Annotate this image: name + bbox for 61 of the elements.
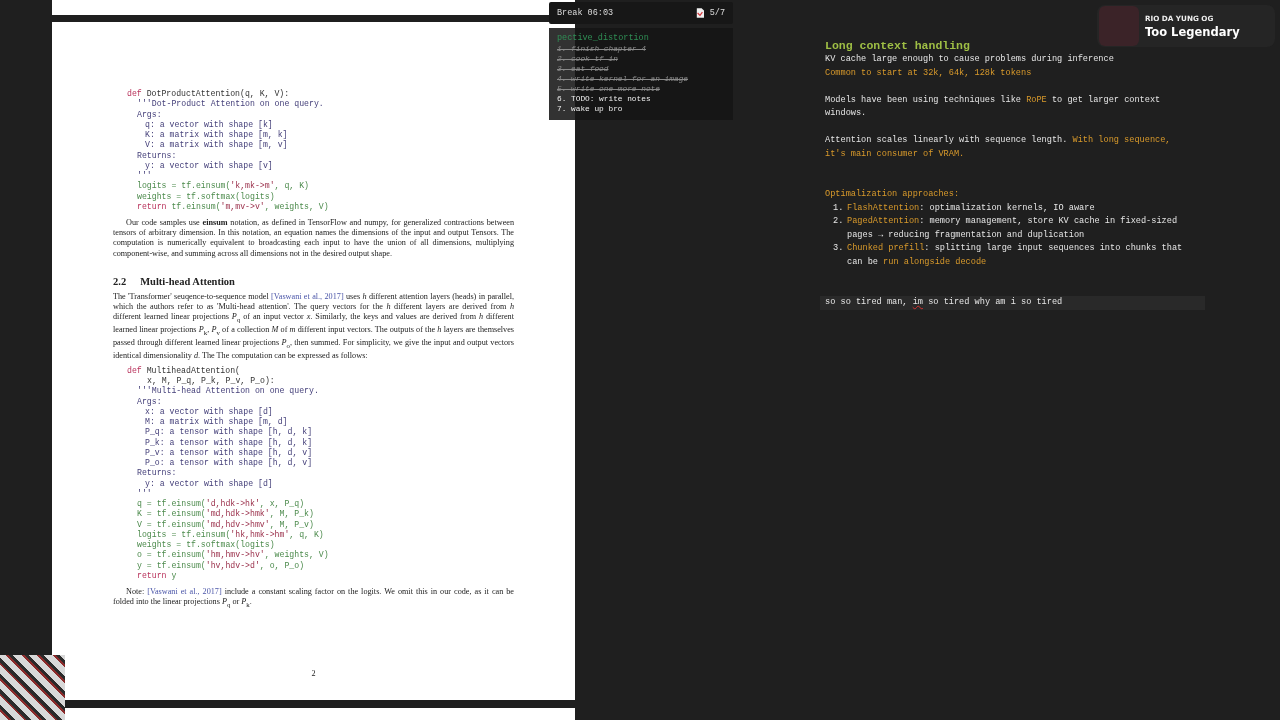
code-line: q = tf.einsum('d,hdk->hk', x, P_q)	[137, 499, 305, 509]
album-art-placeholder	[1099, 6, 1139, 46]
code-line: x, M, P_q, P_k, P_v, P_o):	[147, 376, 275, 386]
code-line: def MultiheadAttention(	[127, 365, 240, 376]
code-line: Returns:	[137, 150, 177, 161]
code-line: P_k: a tensor with shape [h, d, k]	[145, 437, 313, 448]
list-number: 2.	[833, 215, 845, 228]
list-item-text: FlashAttention: optimalization kernels, IO aware	[847, 201, 1096, 215]
code-line: def DotProductAttention(q, K, V):	[127, 89, 290, 99]
note-line: KV cache large enough to cause problems during inference	[825, 53, 1115, 66]
code-line: Args:	[137, 109, 162, 120]
code-line: Args:	[137, 396, 162, 407]
code-line: logits = tf.einsum('hk,hmk->hm', q, K)	[137, 529, 324, 540]
body-paragraph: The 'Transformer' seuqence-to-sequence model [Vaswani et al., 2017] uses h different attention layers (heads) in parallel, which the authors refer to as 'Multi-head attention'. The query vectors for the h different layers are derived from h different learned linear projections P$_{q}$ of an input vector x. Similarly, the keys and values are derived from h different learned linear projections P$_{k}$, P$_{v}$ of a collection M of m different input vectors. The outputs of the h layers are themselves passed through different learned linear projections P$_{o}$, then summed. For simplicity, we give the input and output vectors identical dimensionality d. The The computation can be expressed as follows:	[113, 291, 514, 361]
code-line: return tf.einsum('m,mv->v', weights, V)	[137, 201, 329, 212]
artwork-placeholder	[0, 655, 65, 720]
code-line: weights = tf.softmax(logits)	[137, 191, 275, 202]
code-line: P_q: a tensor with shape [h, d, k]	[145, 427, 313, 438]
code-line: M: a matrix with shape [m, d]	[145, 417, 288, 427]
list-number: 1.	[833, 201, 845, 215]
code-line: q: a vector with shape [k]	[145, 119, 273, 130]
code-line: logits = tf.einsum('k,mk->m', q, K)	[137, 181, 309, 192]
track-title: Too Legendary	[1145, 24, 1240, 39]
code-line: '''	[137, 171, 152, 181]
code-line: '''Dot-Product Attention on one query.	[137, 99, 324, 110]
page-number: 2	[311, 669, 316, 678]
code-line: o = tf.einsum('hm,hmv->hv', weights, V)	[137, 550, 329, 561]
note-line: Models have been using techniques like RoPE to get larger context windows.	[825, 93, 1162, 120]
note-line: Attention scales linearly with sequence length. With long sequence, it's main consumer of VRAM.	[825, 134, 1172, 161]
code-line: '''	[137, 488, 152, 500]
code-line: y: a vector with shape [d]	[145, 478, 273, 489]
code-line: V: a matrix with shape [m, v]	[145, 140, 288, 151]
note-heading: Long context handling	[825, 38, 970, 53]
list-item-text: PagedAttention: memory management, store KV cache in fixed-sized pages → reducing fragmentation and duplication	[847, 215, 1179, 242]
note-line: Common to start at 32k, 64k, 128k tokens	[825, 66, 1033, 80]
list-number: 3.	[833, 242, 845, 255]
page-counter: 5/7	[709, 8, 725, 18]
code-line: y: a vector with shape [v]	[145, 160, 273, 171]
citation-link[interactable]: [Vaswani et al., 2017]	[271, 291, 344, 301]
code-line: x: a vector with shape [d]	[145, 406, 273, 417]
note-line: Optimalization approaches:	[825, 188, 961, 201]
code-line: weights = tf.softmax(logits)	[137, 540, 275, 550]
code-line: Returns:	[137, 468, 177, 479]
code-line: y = tf.einsum('hv,hdv->d', o, P_o)	[137, 560, 305, 571]
list-item-text: Chunked prefill: splitting large input sequences into chunks that can be run alongside decode	[847, 242, 1184, 269]
document-icon	[695, 8, 704, 18]
code-line: P_o: a tensor with shape [h, d, v]	[145, 458, 313, 469]
current-line: so so tired man, im so tired why am i so tired	[825, 296, 1064, 309]
code-line: K = tf.einsum('md,hdk->hmk', M, P_k)	[137, 509, 314, 520]
section-title: Multi-head Attention	[140, 275, 235, 287]
timer-label: Break 06:03	[557, 8, 614, 18]
code-line: V = tf.einsum('md,hdv->hmv', M, P_v)	[137, 519, 314, 530]
code-line: K: a matrix with shape [m, k]	[145, 130, 288, 140]
code-line: return y	[137, 570, 177, 582]
note-paragraph: Note: [Vaswani et al., 2017] include a constant scaling factor on the logits. We omit this in our code, as it can be folded into the linear projections P$_{q}$ or P$_{k}$.	[113, 587, 514, 611]
code-line: P_v: a tensor with shape [h, d, v]	[145, 447, 313, 458]
section-number: 2.2	[113, 275, 127, 287]
code-line: '''Multi-head Attention on one query.	[137, 386, 319, 397]
citation-link[interactable]: [Vaswani et al., 2017]	[147, 587, 222, 597]
body-paragraph: Our code samples use einsum notation, as defined in TensorFlow and numpy, for generalized contractions between tensors of arbitrary dimension. In this notation, an equation names the dimensions of the input and output Tensors. The computation is numerically equivalent to broadcasting each input to have the union of all dimensions, multiplying component-wise, and summing across all dimensions not in the desired output shape.	[113, 218, 514, 259]
todo-title: pective_distortion	[557, 33, 649, 44]
